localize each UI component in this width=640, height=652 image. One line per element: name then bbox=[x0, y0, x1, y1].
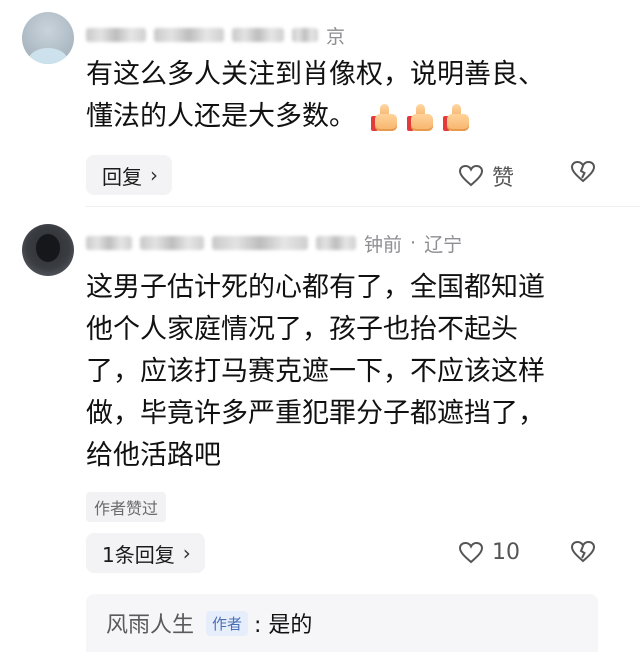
like-button[interactable]: 10 bbox=[458, 540, 520, 565]
comment-text-line: 这男子估计死的心都有了，全国都知道 bbox=[86, 272, 545, 303]
avatar[interactable] bbox=[22, 224, 74, 276]
comment-text: 这男子估计死的心都有了，全国都知道 他个人家庭情况了，孩子也抬不起头 了，应该打… bbox=[86, 267, 545, 477]
view-replies-button[interactable]: 1条回复 › bbox=[86, 533, 205, 573]
author-liked-badge: 作者赞过 bbox=[86, 492, 167, 522]
author-tag: 作者 bbox=[206, 610, 249, 636]
sub-reply[interactable]: 风雨人生 作者 : 是的 bbox=[86, 594, 598, 652]
comment-time: 钟前 bbox=[364, 233, 403, 256]
comment-2: 钟前 · 辽宁 这男子估计死的心都有了，全国都知道 他个人家庭情况了，孩子也抬不… bbox=[0, 0, 640, 652]
sub-reply-content: : 是的 bbox=[254, 613, 313, 638]
comment-text-line: 了，应该打马赛克遮一下，不应该这样 bbox=[86, 356, 545, 387]
heart-outline-icon bbox=[458, 541, 484, 563]
blurred-username bbox=[212, 236, 308, 250]
blurred-time bbox=[316, 236, 356, 250]
meta-separator: · bbox=[410, 232, 417, 254]
sub-reply-author[interactable]: 风雨人生 bbox=[106, 607, 194, 639]
heart-broken-icon bbox=[570, 540, 596, 563]
comment-text-line: 做，毕竟许多严重犯罪分子都遮挡了， bbox=[86, 398, 545, 429]
comment-text-line: 他个人家庭情况了，孩子也抬不起头 bbox=[86, 314, 518, 345]
reply-count-label: 1条回复 bbox=[102, 542, 175, 567]
chevron-right-icon: › bbox=[182, 541, 191, 565]
comment-text-line: 给他活路吧 bbox=[86, 440, 221, 471]
dislike-button[interactable] bbox=[570, 540, 596, 564]
comment-location: 辽宁 bbox=[424, 233, 463, 256]
comment-meta: 钟前 · 辽宁 bbox=[86, 228, 462, 258]
blurred-username bbox=[86, 236, 132, 250]
like-count: 10 bbox=[492, 540, 520, 565]
blurred-username bbox=[140, 236, 204, 250]
